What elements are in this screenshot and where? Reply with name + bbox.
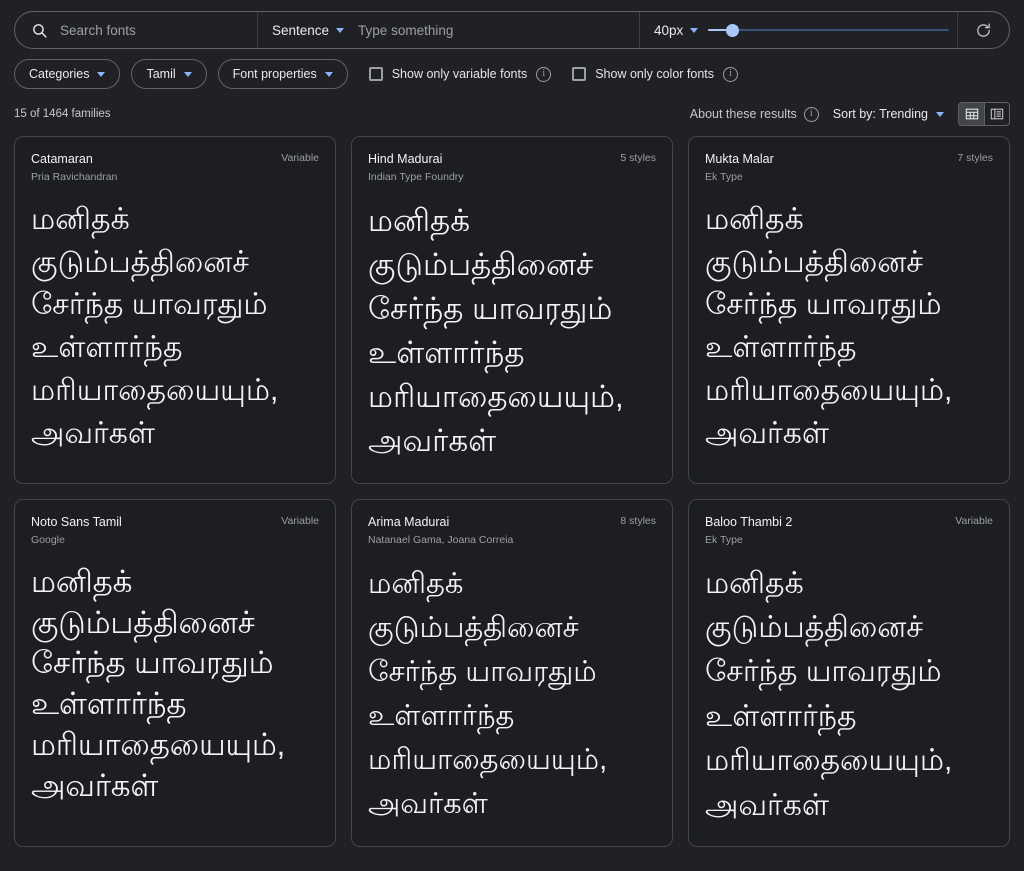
about-these-results[interactable]: About these results i [690, 107, 819, 122]
color-fonts-filter[interactable]: Show only color fonts i [572, 67, 738, 82]
list-view-icon [990, 107, 1004, 121]
chevron-down-icon [690, 28, 698, 33]
search-segment[interactable]: Search fonts [15, 12, 257, 48]
filter-chip-language[interactable]: Tamil [131, 59, 206, 89]
font-styles-badge: Variable [955, 515, 993, 527]
font-styles-badge: Variable [281, 515, 319, 527]
slider-track [708, 29, 949, 31]
font-styles-badge: Variable [281, 152, 319, 164]
preview-segment: Sentence Type something [257, 12, 639, 48]
font-designer: Google [31, 534, 122, 546]
filter-chip-label: Tamil [146, 67, 175, 81]
variable-fonts-checkbox[interactable] [369, 67, 383, 81]
info-icon[interactable]: i [723, 67, 738, 82]
font-name: Hind Madurai [368, 152, 464, 168]
font-card-header: Catamaran Pria Ravichandran Variable [31, 152, 319, 183]
sort-dropdown[interactable]: Sort by: Trending [833, 107, 944, 121]
font-card[interactable]: Mukta Malar Ek Type 7 styles மனிதக் குடு… [688, 136, 1010, 484]
font-sample-text: மனிதக் குடும்பத்தினைச் சேர்ந்த யாவரதும் … [368, 562, 656, 826]
font-card[interactable]: Baloo Thambi 2 Ek Type Variable மனிதக் க… [688, 499, 1010, 847]
font-name: Arima Madurai [368, 515, 513, 531]
info-icon[interactable]: i [804, 107, 819, 122]
slider-thumb[interactable] [726, 24, 739, 37]
reset-button[interactable] [957, 12, 1009, 48]
font-styles-badge: 5 styles [620, 152, 656, 164]
about-results-label: About these results [690, 107, 797, 121]
font-card-header: Hind Madurai Indian Type Foundry 5 style… [368, 152, 656, 183]
results-controls: About these results i Sort by: Trending [690, 102, 1010, 126]
font-name: Mukta Malar [705, 152, 774, 168]
font-sample-text: மனிதக் குடும்பத்தினைச் சேர்ந்த யாவரதும் … [31, 199, 319, 456]
chevron-down-icon [936, 112, 944, 117]
font-sample-text: மனிதக் குடும்பத்தினைச் சேர்ந்த யாவரதும் … [705, 562, 993, 828]
filter-chip-label: Font properties [233, 67, 317, 81]
filter-row: Categories Tamil Font properties Show on… [0, 52, 1024, 96]
grid-view-button[interactable] [959, 103, 984, 125]
color-fonts-checkbox[interactable] [572, 67, 586, 81]
font-designer: Ek Type [705, 534, 792, 546]
filter-chip-font-properties[interactable]: Font properties [218, 59, 348, 89]
font-sample-text: மனிதக் குடும்பத்தினைச் சேர்ந்த யாவரதும் … [705, 199, 993, 456]
font-name: Catamaran [31, 152, 117, 168]
filter-chip-categories[interactable]: Categories [14, 59, 120, 89]
preview-text-input[interactable]: Type something [358, 23, 453, 38]
font-size-dropdown[interactable]: 40px [654, 23, 698, 38]
preview-mode-dropdown[interactable]: Sentence [272, 23, 344, 38]
font-card-header: Arima Madurai Natanael Gama, Joana Corre… [368, 515, 656, 546]
variable-fonts-filter[interactable]: Show only variable fonts i [369, 67, 552, 82]
search-icon [31, 22, 48, 39]
font-sample-text: மனிதக் குடும்பத்தினைச் சேர்ந்த யாவரதும் … [31, 562, 319, 807]
font-card[interactable]: Noto Sans Tamil Google Variable மனிதக் க… [14, 499, 336, 847]
search-toolbar-shell: Search fonts Sentence Type something 40p… [14, 11, 1010, 49]
font-designer: Indian Type Foundry [368, 171, 464, 183]
list-view-button[interactable] [984, 103, 1009, 125]
search-input[interactable]: Search fonts [60, 23, 136, 38]
refresh-icon [975, 22, 992, 39]
filter-chip-label: Categories [29, 67, 89, 81]
font-card[interactable]: Catamaran Pria Ravichandran Variable மனி… [14, 136, 336, 484]
preview-mode-label: Sentence [272, 23, 329, 38]
font-card[interactable]: Hind Madurai Indian Type Foundry 5 style… [351, 136, 673, 484]
color-fonts-label: Show only color fonts [595, 67, 714, 81]
view-toggle [958, 102, 1010, 126]
font-card-header: Baloo Thambi 2 Ek Type Variable [705, 515, 993, 546]
font-sample-text: மனிதக் குடும்பத்தினைச் சேர்ந்த யாவரதும் … [368, 199, 656, 463]
font-styles-badge: 7 styles [957, 152, 993, 164]
font-size-segment: 40px [639, 12, 957, 48]
grid-view-icon [965, 107, 979, 121]
top-toolbar: Search fonts Sentence Type something 40p… [0, 0, 1024, 52]
font-grid: Catamaran Pria Ravichandran Variable மனி… [0, 132, 1024, 847]
chevron-down-icon [184, 72, 192, 77]
font-styles-badge: 8 styles [620, 515, 656, 527]
font-size-slider[interactable] [708, 21, 949, 39]
sort-label: Sort by: Trending [833, 107, 928, 121]
font-card-header: Noto Sans Tamil Google Variable [31, 515, 319, 546]
font-name: Noto Sans Tamil [31, 515, 122, 531]
results-bar: 15 of 1464 families About these results … [0, 96, 1024, 132]
font-designer: Natanael Gama, Joana Correia [368, 534, 513, 546]
font-size-label: 40px [654, 23, 683, 38]
font-card[interactable]: Arima Madurai Natanael Gama, Joana Corre… [351, 499, 673, 847]
chevron-down-icon [97, 72, 105, 77]
font-card-header: Mukta Malar Ek Type 7 styles [705, 152, 993, 183]
chevron-down-icon [336, 28, 344, 33]
variable-fonts-label: Show only variable fonts [392, 67, 528, 81]
info-icon[interactable]: i [536, 67, 551, 82]
font-designer: Ek Type [705, 171, 774, 183]
font-name: Baloo Thambi 2 [705, 515, 792, 531]
font-designer: Pria Ravichandran [31, 171, 117, 183]
chevron-down-icon [325, 72, 333, 77]
results-count: 15 of 1464 families [14, 108, 111, 120]
